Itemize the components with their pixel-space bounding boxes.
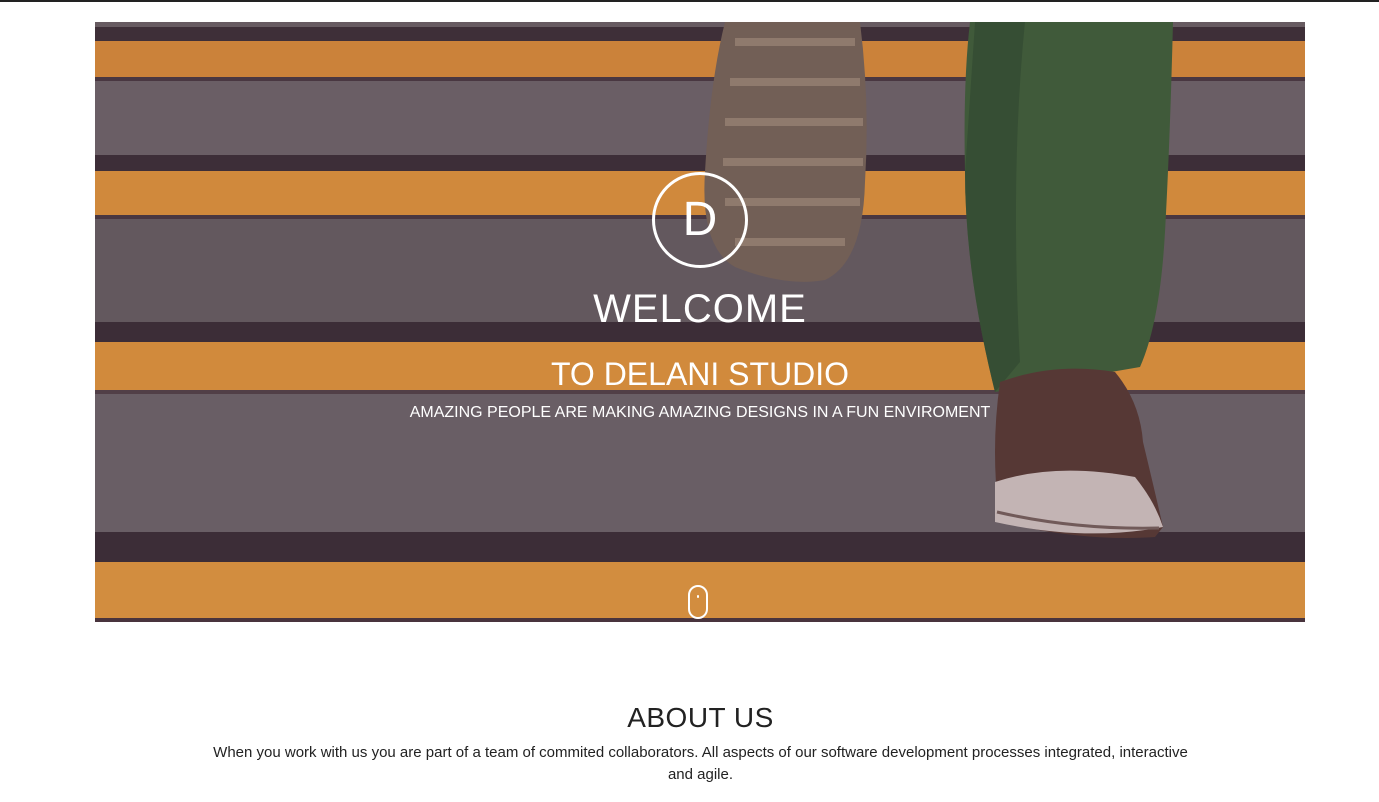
hero-subtitle: TO DELANI STUDIO [550,356,850,392]
about-title: ABOUT US [627,702,774,733]
hero-title: WELCOME [593,287,807,331]
hero-content: D WELCOME TO DELANI STUDIO AMAZING PEOPL… [95,22,1305,622]
mouse-wheel-dot [697,595,699,598]
logo-circle[interactable]: D [652,172,748,268]
about-description: When you work with us you are part of a … [213,744,1188,783]
mouse-scroll-icon[interactable] [688,585,708,619]
logo-letter: D [682,193,718,246]
about-section: ABOUT US When you work with us you are p… [0,700,1379,786]
hero-tagline: AMAZING PEOPLE ARE MAKING AMAZING DESIGN… [409,404,991,421]
hero-section: D WELCOME TO DELANI STUDIO AMAZING PEOPL… [95,22,1305,622]
top-border [0,0,1379,2]
